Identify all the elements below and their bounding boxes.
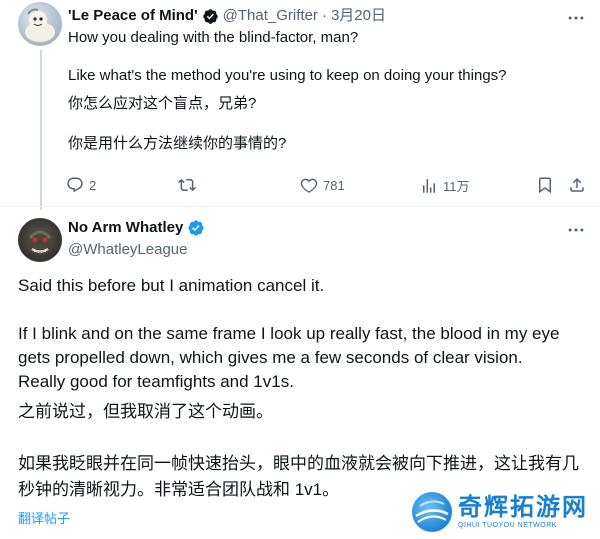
- tweet-text-line: Really good for teamfights and 1v1s.: [18, 372, 294, 391]
- tweet-text-line: Like what's the method you're using to k…: [68, 67, 507, 84]
- bookmark-icon: [539, 177, 551, 194]
- like-icon: [300, 178, 318, 193]
- tweet-text-line: Said this before but I animation cancel …: [18, 276, 325, 295]
- site-watermark: 奇辉拓游网 QIHUI TUOYOU NETWORK: [412, 488, 600, 536]
- views-button[interactable]: 11万: [420, 176, 470, 195]
- retweet-icon: [178, 178, 196, 192]
- tweet-header: 'Le Peace of Mind' @That_Grifter · 3月20日: [68, 6, 386, 26]
- parent-tweet[interactable]: 'Le Peace of Mind' @That_Grifter · 3月20日…: [0, 0, 600, 210]
- reply-icon: [67, 177, 83, 193]
- views-icon: [423, 178, 435, 193]
- retweet-button[interactable]: [178, 176, 201, 194]
- thread-line: [40, 50, 42, 210]
- watermark-chinese: 奇辉拓游网: [458, 492, 588, 521]
- avatar[interactable]: [18, 2, 62, 46]
- timestamp[interactable]: 3月20日: [331, 6, 386, 26]
- like-count: 781: [323, 177, 345, 193]
- tweet-text-line: 秒钟的清晰视力。非常适合团队战和 1v1。: [18, 480, 340, 499]
- verified-badge-icon: [188, 220, 204, 236]
- translate-post-link[interactable]: 翻译帖子: [18, 510, 70, 528]
- handle[interactable]: @That_Grifter: [223, 6, 318, 26]
- separator: ·: [321, 7, 327, 24]
- view-count: 11万: [443, 179, 470, 194]
- tweet-text-line: 之前说过，但我取消了这个动画。: [18, 402, 273, 421]
- globe-logo-icon: [412, 492, 452, 532]
- avatar[interactable]: [18, 218, 62, 262]
- action-bar: 2 781 11万: [66, 176, 586, 196]
- display-name[interactable]: No Arm Whatley: [68, 218, 183, 238]
- tweet-text-line: gets propelled down, which gives me a fe…: [18, 348, 523, 367]
- tweet-text-line: 你怎么应对这个盲点，兄弟?: [68, 95, 257, 112]
- reply-count: 2: [89, 177, 97, 193]
- like-button[interactable]: 781: [300, 176, 345, 194]
- reply-button[interactable]: 2: [66, 176, 96, 194]
- divider: [0, 206, 600, 207]
- handle[interactable]: @WhatleyLeague: [68, 240, 187, 260]
- more-icon[interactable]: [566, 8, 586, 28]
- share-icon: [570, 177, 584, 192]
- watermark-english: QIHUI TUOYOU NETWORK: [458, 522, 557, 529]
- verified-badge-icon: [202, 8, 219, 25]
- tweet-text-line: How you dealing with the blind-factor, m…: [68, 29, 359, 46]
- tweet-author: No Arm Whatley: [68, 218, 205, 238]
- share-button[interactable]: [568, 176, 591, 194]
- more-icon[interactable]: [566, 220, 586, 240]
- display-name[interactable]: 'Le Peace of Mind': [68, 6, 198, 26]
- bookmark-button[interactable]: [536, 176, 559, 194]
- tweet-text-line: 你是用什么方法继续你的事情的?: [68, 135, 287, 152]
- tweet-text-line: 如果我眨眼并在同一帧快速抬头，眼中的血液就会被向下推进，这让我有几: [18, 454, 579, 473]
- tweet-text-line: If I blink and on the same frame I look …: [18, 324, 560, 343]
